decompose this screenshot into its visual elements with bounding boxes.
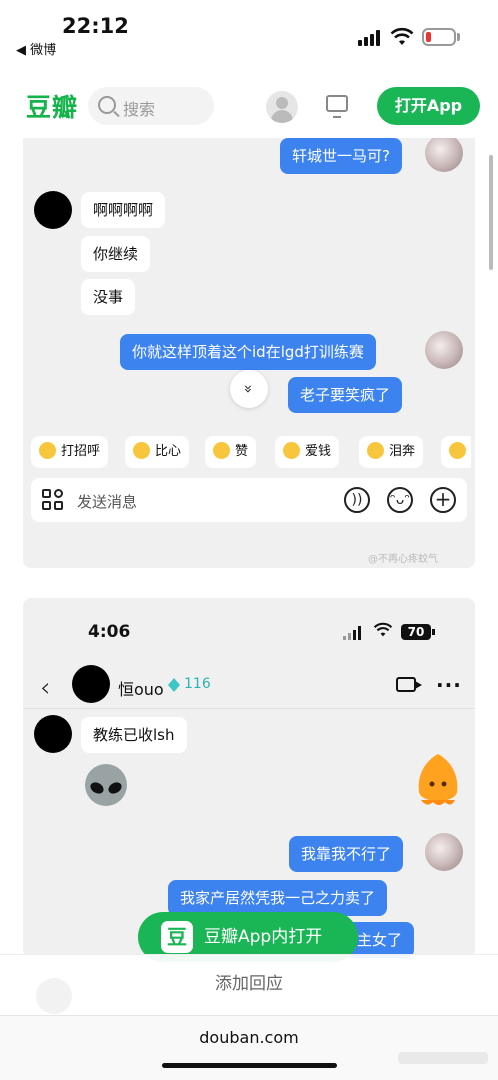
chat-bubble-right: 轩城世一马可? xyxy=(280,138,402,174)
quick-reply-chip[interactable]: 赞 xyxy=(205,436,257,468)
contact-avatar xyxy=(34,191,72,229)
voice-icon[interactable]: )) xyxy=(344,487,370,513)
chat-bubble-right: 老子要笑疯了 xyxy=(288,377,403,413)
inner-signal-icon xyxy=(343,626,365,640)
quick-reply-chip[interactable] xyxy=(441,436,471,468)
battery-icon xyxy=(422,28,456,46)
sender-avatar xyxy=(425,138,463,172)
back-to-app-link[interactable]: ◀ 微博 xyxy=(16,39,56,58)
quick-reply-row: 打招呼 比心 赞 爱钱 泪奔 xyxy=(31,436,471,468)
plus-icon[interactable]: + xyxy=(430,487,456,513)
header-divider xyxy=(23,708,475,709)
quick-reply-chip[interactable]: 比心 xyxy=(125,436,190,468)
quick-reply-chip[interactable]: 打招呼 xyxy=(31,436,109,468)
quick-reply-chip[interactable]: 爱钱 xyxy=(275,436,340,468)
open-app-button[interactable]: 打开App xyxy=(377,87,480,125)
more-options-icon[interactable]: ··· xyxy=(436,673,462,697)
money-eyes-emoji-icon xyxy=(283,441,300,459)
inner-wifi-icon xyxy=(373,622,393,637)
inner-battery-icon: 70 xyxy=(401,624,431,640)
crying-emoji-icon xyxy=(367,441,384,459)
double-chevron-down-icon: » xyxy=(240,384,258,394)
contact-level: 116 xyxy=(184,676,211,692)
orange-blob-sticker xyxy=(418,754,458,805)
douban-logo[interactable]: 豆瓣 xyxy=(26,88,78,124)
monitor-icon[interactable] xyxy=(326,95,348,118)
quick-reply-chip[interactable]: 泪奔 xyxy=(359,436,424,468)
browser-bottom-bar xyxy=(0,1015,498,1080)
sender-avatar xyxy=(425,833,463,871)
chat-bubble-right: 我家产居然凭我一己之力卖了 xyxy=(168,880,388,916)
inner-battery-nub xyxy=(432,629,435,635)
faded-avatar xyxy=(36,978,72,1014)
alien-icon xyxy=(85,764,127,806)
emoji-icon xyxy=(449,441,466,459)
battery-nub xyxy=(457,33,460,41)
contact-avatar xyxy=(34,715,72,753)
heart-hands-emoji-icon xyxy=(133,441,150,459)
apps-grid-icon[interactable] xyxy=(42,489,64,511)
wifi-icon xyxy=(390,27,414,45)
page-scrollbar[interactable] xyxy=(489,155,493,270)
spacer xyxy=(0,568,498,598)
contact-avatar xyxy=(72,665,110,703)
chat-bubble-left: 啊啊啊啊 xyxy=(81,192,166,228)
blurred-watermark xyxy=(398,1052,488,1064)
inner-status-time: 4:06 xyxy=(88,622,131,642)
sender-avatar xyxy=(425,331,463,369)
chat-bubble-left: 你继续 xyxy=(81,236,151,272)
emoji-face-icon[interactable]: ᵔᴗᵔ xyxy=(387,487,413,513)
back-chevron-icon[interactable]: ‹ xyxy=(40,673,50,703)
signal-icon xyxy=(358,30,382,46)
scroll-down-button[interactable]: » xyxy=(230,370,268,408)
home-indicator[interactable] xyxy=(162,1063,337,1068)
chat-bubble-left: 没事 xyxy=(81,279,136,315)
chat-bubble-right: 我靠我不行了 xyxy=(289,836,404,872)
add-reply-button[interactable]: 添加回应 xyxy=(0,954,498,1016)
message-input-placeholder[interactable]: 发送消息 xyxy=(77,491,137,512)
search-icon xyxy=(98,96,116,114)
chat-bubble-right: 你就这样顶着这个id在lgd打训练赛 xyxy=(120,334,376,370)
browser-url[interactable]: douban.com xyxy=(0,1028,498,1047)
watermark: @不再心疼蚊气 xyxy=(368,554,438,565)
search-placeholder: 搜索 xyxy=(123,100,156,119)
wave-emoji-icon xyxy=(39,441,56,459)
chat-bubble-left: 教练已收lsh xyxy=(81,717,187,753)
video-camera-icon[interactable] xyxy=(396,677,422,692)
thumbs-up-emoji-icon xyxy=(213,441,230,459)
contact-name: 恒ouo xyxy=(118,680,164,699)
status-time: 22:12 xyxy=(62,14,129,38)
user-avatar-icon[interactable] xyxy=(266,91,298,123)
douban-app-icon: 豆 xyxy=(161,921,193,953)
